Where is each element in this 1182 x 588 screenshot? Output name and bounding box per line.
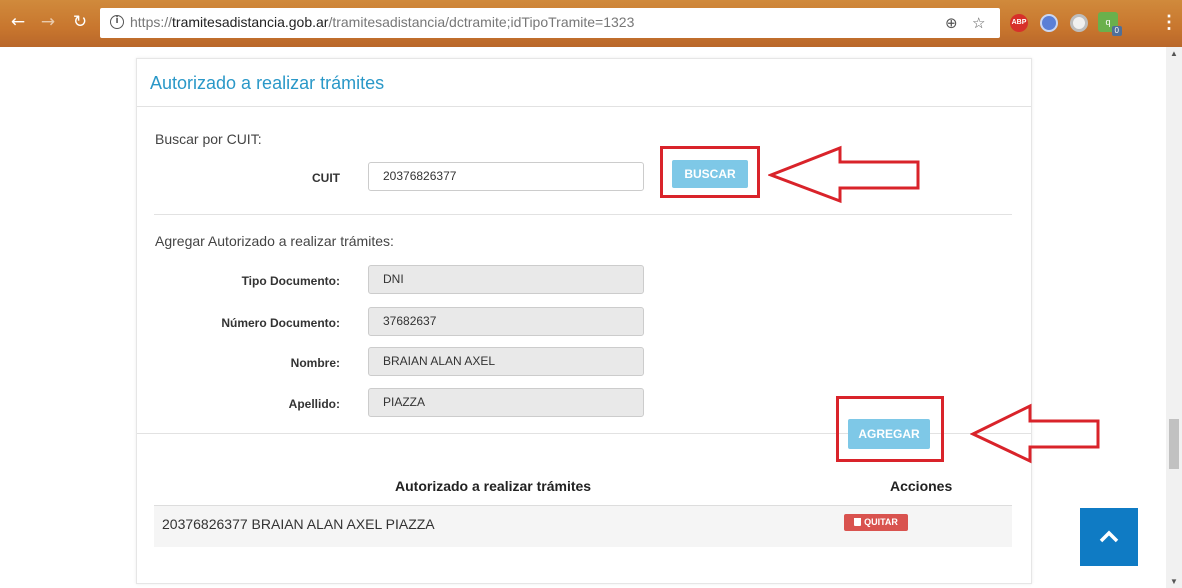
nombre-label: Nombre: [290,356,340,370]
table-row-text: 20376826377 BRAIAN ALAN AXEL PIAZZA [162,516,435,532]
tipo-documento-label: Tipo Documento: [241,274,340,288]
add-section-label: Agregar Autorizado a realizar trámites: [155,233,394,249]
divider [137,106,1031,107]
address-bar[interactable]: i https://tramitesadistancia.gob.ar/tram… [100,8,1000,38]
red-arrow-icon [970,403,1100,464]
extension-badge: 0 [1111,26,1122,36]
highlight-box [836,396,944,462]
scroll-to-top-button[interactable] [1080,508,1138,566]
url-host: tramitesadistancia.gob.ar [172,14,329,30]
back-arrow-icon[interactable]: ← [8,12,28,32]
extension-icon[interactable] [1040,14,1058,32]
numero-documento-field: 37682637 [368,307,644,336]
cuit-input[interactable]: 20376826377 [368,162,644,191]
browser-menu-icon[interactable]: ⋮ [1160,12,1178,32]
search-section-label: Buscar por CUIT: [155,131,262,147]
cuit-label: CUIT [312,171,340,185]
extension-letter: q [1105,17,1111,27]
table-header-actions: Acciones [890,478,953,494]
nombre-field: BRAIAN ALAN AXEL [368,347,644,376]
info-icon[interactable]: i [110,15,124,29]
tipo-documento-field: DNI [368,265,644,294]
panel-title: Autorizado a realizar trámites [150,73,385,93]
quitar-label: QUITAR [864,517,898,527]
extension-icon[interactable] [1070,14,1088,32]
scroll-up-icon[interactable]: ▲ [1170,49,1178,58]
trash-icon [854,518,862,526]
table-header-name: Autorizado a realizar trámites [395,478,592,494]
page: ← → ↻ i https://tramitesadistancia.gob.a… [0,0,1182,588]
zoom-icon[interactable]: ⊕ [945,14,958,32]
scroll-down-icon[interactable]: ▼ [1170,577,1178,586]
apellido-label: Apellido: [288,397,340,411]
reload-icon[interactable]: ↻ [70,12,90,32]
quitar-button[interactable]: QUITAR [844,514,908,531]
adblock-extension-icon[interactable]: ABP [1010,14,1028,32]
chevron-up-icon [1099,530,1119,543]
numero-documento-label: Número Documento: [221,316,340,330]
apellido-field: PIAZZA [368,388,644,417]
url-text: https://tramitesadistancia.gob.ar/tramit… [130,14,635,30]
highlight-box [660,146,760,198]
red-arrow-icon [768,145,920,204]
page-scrollbar[interactable]: ▲ ▼ [1166,47,1182,588]
extension-icon[interactable]: q0 [1098,12,1122,36]
url-path: /tramitesadistancia/dctramite;idTipoTram… [328,14,635,30]
bookmark-star-icon[interactable]: ☆ [972,14,985,32]
browser-toolbar: ← → ↻ i https://tramitesadistancia.gob.a… [0,0,1182,47]
scrollbar-thumb[interactable] [1169,419,1179,469]
forward-arrow-icon[interactable]: → [38,12,58,32]
divider [154,214,1012,215]
